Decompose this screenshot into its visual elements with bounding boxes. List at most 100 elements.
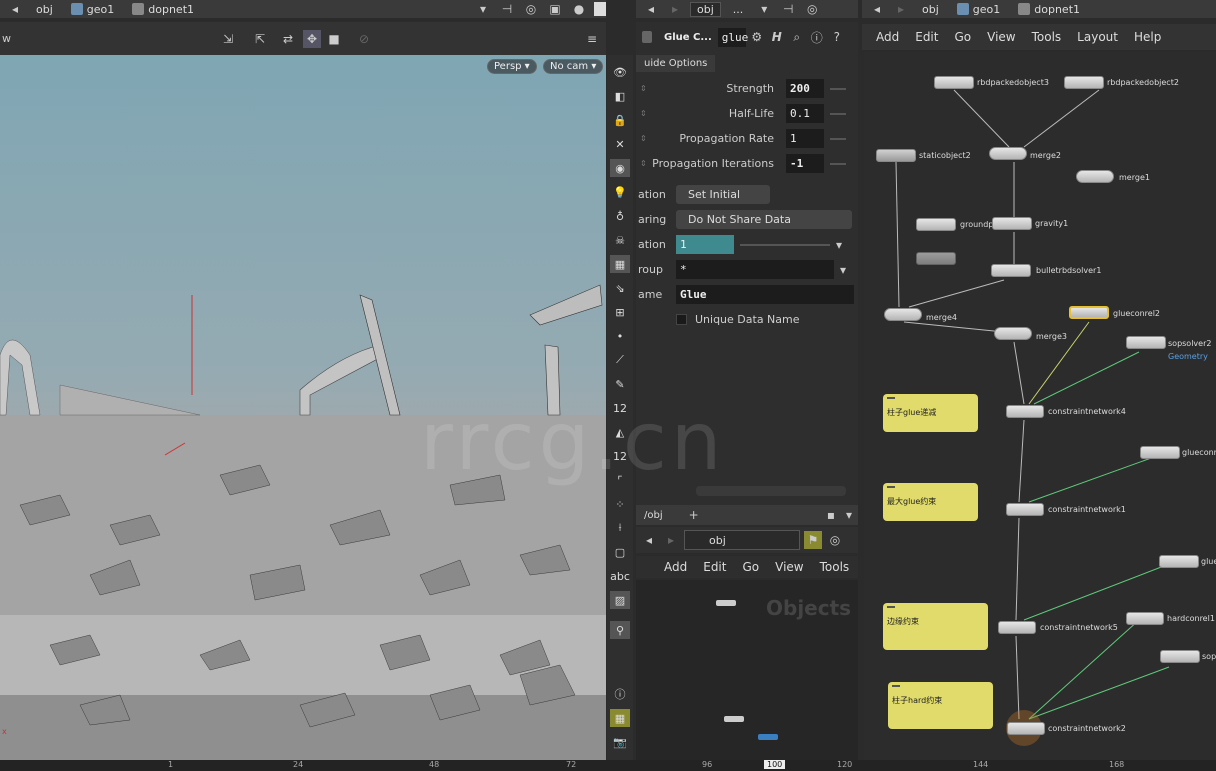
node-bypassed[interactable] — [916, 252, 956, 265]
node-glueconrel2[interactable] — [1069, 306, 1109, 319]
propagation-iterations-slider[interactable] — [830, 162, 846, 165]
normals-icon[interactable]: ⇘ — [610, 279, 630, 297]
background-image-icon[interactable]: ▨ — [610, 591, 630, 609]
add-tab-icon[interactable]: + — [685, 506, 703, 524]
view-tool-icon[interactable]: ✥ — [303, 29, 321, 48]
search-icon[interactable]: ⌕ — [788, 28, 806, 46]
handle-tool-icon[interactable]: ⇄ — [279, 30, 297, 48]
node-rbdpackedobject2[interactable] — [1064, 76, 1104, 89]
hda-icon[interactable]: H — [768, 28, 786, 46]
skull-icon[interactable]: ☠ — [610, 231, 630, 249]
back-arrow-icon[interactable]: ◂ — [640, 531, 658, 549]
node-glue[interactable] — [1159, 555, 1199, 568]
light-icon[interactable]: ♁ — [610, 207, 630, 225]
pin-icon[interactable]: ⚑ — [804, 531, 822, 549]
obj-node[interactable] — [716, 600, 736, 606]
dropdown-arrow-icon[interactable]: ▾ — [840, 506, 858, 524]
forward-arrow-icon[interactable]: ▸ — [666, 0, 684, 18]
breadcrumb-more[interactable]: ... — [727, 3, 750, 16]
help-icon[interactable]: ? — [828, 28, 846, 46]
node-merge1[interactable] — [1076, 170, 1114, 183]
strength-slider[interactable] — [830, 87, 846, 90]
breadcrumb-dopnet1[interactable]: dopnet1 — [126, 3, 200, 16]
help-arrow-icon[interactable] — [642, 31, 652, 43]
dropdown-arrow-icon[interactable]: ▾ — [830, 236, 848, 254]
breadcrumb-obj[interactable]: obj — [916, 3, 945, 16]
node-name-field[interactable]: glue — [717, 27, 748, 47]
unique-data-name-checkbox[interactable] — [676, 314, 687, 325]
node-glueconrel[interactable] — [1140, 446, 1180, 459]
initialization-select[interactable]: Set Initial — [676, 185, 770, 204]
timeline-bar[interactable]: 1 24 48 72 96 100 120 144 168 — [0, 760, 1216, 771]
obj-path-field[interactable]: obj — [684, 530, 800, 550]
edge-icon[interactable]: ⟋ — [610, 351, 630, 369]
forward-arrow-icon[interactable]: ▸ — [662, 531, 680, 549]
obj-network-canvas[interactable]: Objects — [636, 580, 858, 760]
menu-edit[interactable]: Edit — [915, 30, 938, 44]
node-staticobject2[interactable] — [876, 149, 916, 162]
visibility-eye-icon[interactable]: 👁 — [610, 63, 630, 81]
geometry-icon[interactable]: ▦ — [610, 255, 630, 273]
node-constraintnetwork2[interactable] — [1007, 722, 1045, 735]
menu-tools[interactable]: Tools — [1032, 30, 1062, 44]
sticky-note-1[interactable]: 柱子glue递减 — [883, 394, 978, 432]
current-frame-marker[interactable]: 100 — [764, 760, 786, 769]
viewport-options-icon[interactable]: ≡ — [583, 30, 601, 48]
point-icon[interactable]: • — [610, 327, 630, 345]
text-display-icon[interactable]: abc — [610, 567, 630, 585]
pin-icon[interactable]: ⊣ — [779, 0, 797, 18]
strength-field[interactable]: 200 — [786, 79, 824, 98]
frame-icon[interactable]: ▢ — [610, 543, 630, 561]
node-merge2[interactable] — [989, 147, 1027, 160]
link-icon[interactable]: ◎ — [522, 0, 540, 18]
light-bulb-icon[interactable]: 💡 — [610, 183, 630, 201]
dropdown-arrow-icon[interactable]: ▾ — [755, 0, 773, 18]
back-arrow-icon[interactable]: ◂ — [642, 0, 660, 18]
texture-icon[interactable]: ⊞ — [610, 303, 630, 321]
dropdown-arrow-icon[interactable]: ▾ — [834, 261, 852, 279]
x-ray-icon[interactable]: ✕ — [610, 135, 630, 153]
activation-slider[interactable] — [740, 243, 830, 246]
menu-go[interactable]: Go — [954, 30, 971, 44]
menu-add[interactable]: Add — [664, 560, 687, 574]
node-bulletrbdsolver1[interactable] — [991, 264, 1031, 277]
network-editor-canvas[interactable]: rbdpackedobject3 rbdpackedobject2 static… — [864, 52, 1216, 760]
propagation-rate-field[interactable]: 1 — [786, 129, 824, 148]
node-constraintnetwork4[interactable] — [1006, 405, 1044, 418]
shading-icon[interactable]: ◉ — [610, 159, 630, 177]
sticky-note-3[interactable]: 边缘约束 — [883, 603, 988, 650]
ghost-icon[interactable]: ◧ — [610, 87, 630, 105]
node-constraintnetwork5[interactable] — [998, 621, 1036, 634]
forward-arrow-icon[interactable]: ▸ — [892, 0, 910, 18]
obj-node[interactable] — [724, 716, 744, 722]
layout-grid-icon[interactable]: ▦ — [610, 709, 630, 727]
info-icon[interactable]: ⓘ — [808, 28, 826, 46]
transform-tool-icon[interactable]: ⇱ — [251, 30, 269, 48]
propagation-iterations-field[interactable]: -1 — [786, 154, 824, 173]
half-life-slider[interactable] — [830, 112, 846, 115]
node-merge3[interactable] — [994, 327, 1032, 340]
lock-icon[interactable]: 🔒 — [610, 111, 630, 129]
snap-icon[interactable]: ■ — [325, 30, 343, 48]
breadcrumb-obj[interactable]: obj — [690, 1, 721, 17]
info-icon[interactable]: ⓘ — [610, 685, 630, 703]
link-icon[interactable]: ◎ — [826, 531, 844, 549]
pane-options-icon[interactable]: ▪ — [822, 506, 840, 524]
menu-layout[interactable]: Layout — [1077, 30, 1118, 44]
vector-icon[interactable]: ⟊ — [610, 519, 630, 537]
menu-view[interactable]: View — [775, 560, 803, 574]
menu-view[interactable]: View — [987, 30, 1015, 44]
tab-guide-options[interactable]: uide Options — [636, 55, 716, 72]
light-link-icon[interactable]: ⚲ — [610, 621, 630, 639]
data-name-field[interactable]: Glue — [676, 285, 854, 304]
pin-icon[interactable]: ⊣ — [498, 0, 516, 18]
node-rbdpackedobject3[interactable] — [934, 76, 974, 89]
breadcrumb-dopnet1[interactable]: dopnet1 — [1012, 3, 1086, 16]
gear-icon[interactable]: ⚙ — [748, 28, 766, 46]
camera-icon[interactable]: ● — [570, 0, 588, 18]
node-sopsolver2[interactable] — [1126, 336, 1166, 349]
activation-field[interactable]: 1 — [676, 235, 734, 254]
grid-dots-icon[interactable]: ⁘ — [610, 495, 630, 513]
back-arrow-icon[interactable]: ◂ — [6, 0, 24, 18]
snapshot-icon[interactable]: 📷 — [610, 733, 630, 751]
